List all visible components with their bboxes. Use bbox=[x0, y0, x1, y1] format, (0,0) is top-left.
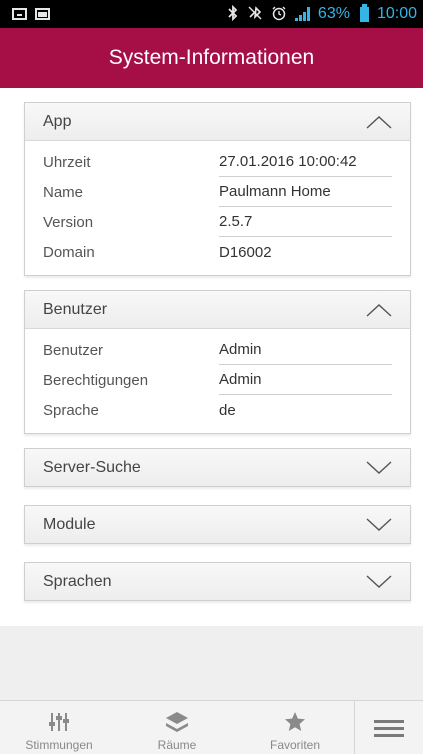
signal-icon bbox=[294, 7, 310, 21]
row-value: Admin bbox=[219, 365, 392, 395]
row-label: Version bbox=[43, 213, 94, 231]
battery-percent: 63% bbox=[317, 5, 350, 22]
row-label: Name bbox=[43, 183, 84, 201]
benutzer-panel-title: Benutzer bbox=[43, 300, 108, 318]
info-row: Sprache de bbox=[43, 395, 392, 425]
row-label: Uhrzeit bbox=[43, 153, 91, 171]
benutzer-panel: Benutzer Benutzer Admin Berechtigungen A… bbox=[24, 290, 411, 434]
main-content[interactable]: App Uhrzeit 27.01.2016 10:00:42 Name Pau… bbox=[0, 88, 423, 626]
bottom-navigation: Stimmungen Räume Favoriten bbox=[0, 700, 423, 754]
row-label: Sprache bbox=[43, 401, 99, 419]
app-header: System-Informationen bbox=[0, 28, 423, 88]
nav-item-favoriten[interactable]: Favoriten bbox=[236, 701, 354, 754]
chevron-up-icon[interactable] bbox=[366, 303, 392, 317]
chevron-down-icon[interactable] bbox=[366, 460, 392, 475]
nav-item-raeume[interactable]: Räume bbox=[118, 701, 236, 754]
row-label: Benutzer bbox=[43, 341, 104, 359]
module-panel-header[interactable]: Module bbox=[25, 506, 410, 543]
app-panel-title: App bbox=[43, 112, 72, 130]
status-bar-right: 63% 10:00 bbox=[227, 3, 417, 23]
status-bar-left bbox=[12, 8, 50, 20]
mute-icon bbox=[247, 5, 263, 23]
info-row: Version 2.5.7 bbox=[43, 207, 392, 237]
info-row: Berechtigungen Admin bbox=[43, 365, 392, 395]
page-title: System-Informationen bbox=[108, 46, 315, 69]
nav-item-stimmungen[interactable]: Stimmungen bbox=[0, 701, 118, 754]
app-panel: App Uhrzeit 27.01.2016 10:00:42 Name Pau… bbox=[24, 102, 411, 276]
status-time: 10:00 bbox=[376, 5, 417, 22]
nav-label: Räume bbox=[157, 738, 197, 752]
benutzer-panel-body: Benutzer Admin Berechtigungen Admin Spra… bbox=[25, 328, 410, 433]
sprachen-panel-title: Sprachen bbox=[43, 572, 112, 590]
row-label: Berechtigungen bbox=[43, 371, 149, 389]
image-icon bbox=[35, 8, 50, 20]
rooms-icon bbox=[166, 712, 188, 732]
sprachen-panel: Sprachen bbox=[24, 562, 411, 601]
row-value: 2.5.7 bbox=[219, 207, 392, 237]
menu-button[interactable] bbox=[354, 701, 423, 754]
hamburger-menu-icon bbox=[374, 719, 404, 737]
server-suche-panel: Server-Suche bbox=[24, 448, 411, 487]
nav-label: Stimmungen bbox=[25, 738, 93, 752]
row-value: Admin bbox=[219, 335, 392, 365]
row-value: Paulmann Home bbox=[219, 177, 392, 207]
server-suche-panel-header[interactable]: Server-Suche bbox=[25, 449, 410, 486]
info-row: Benutzer Admin bbox=[43, 335, 392, 365]
chevron-down-icon[interactable] bbox=[366, 574, 392, 589]
module-panel-title: Module bbox=[43, 515, 96, 533]
info-row: Domain D16002 bbox=[43, 237, 392, 267]
row-value: de bbox=[219, 401, 236, 419]
server-suche-panel-title: Server-Suche bbox=[43, 458, 141, 476]
app-panel-body: Uhrzeit 27.01.2016 10:00:42 Name Paulman… bbox=[25, 140, 410, 275]
chevron-down-icon[interactable] bbox=[366, 517, 392, 532]
chevron-up-icon[interactable] bbox=[366, 115, 392, 129]
module-panel: Module bbox=[24, 505, 411, 544]
row-value: D16002 bbox=[219, 243, 272, 261]
status-bar: 63% 10:00 bbox=[0, 0, 423, 28]
info-row: Name Paulmann Home bbox=[43, 177, 392, 207]
row-value: 27.01.2016 10:00:42 bbox=[219, 147, 392, 177]
alarm-icon bbox=[271, 5, 287, 23]
info-row: Uhrzeit 27.01.2016 10:00:42 bbox=[43, 147, 392, 177]
screen-icon bbox=[12, 8, 27, 20]
star-icon bbox=[285, 712, 305, 731]
benutzer-panel-header[interactable]: Benutzer bbox=[25, 291, 410, 328]
sliders-icon bbox=[49, 713, 69, 731]
row-label: Domain bbox=[43, 243, 95, 261]
sprachen-panel-header[interactable]: Sprachen bbox=[25, 563, 410, 600]
nav-label: Favoriten bbox=[269, 738, 321, 752]
battery-icon bbox=[359, 3, 369, 22]
app-panel-header[interactable]: App bbox=[25, 103, 410, 140]
bluetooth-icon bbox=[227, 4, 239, 23]
